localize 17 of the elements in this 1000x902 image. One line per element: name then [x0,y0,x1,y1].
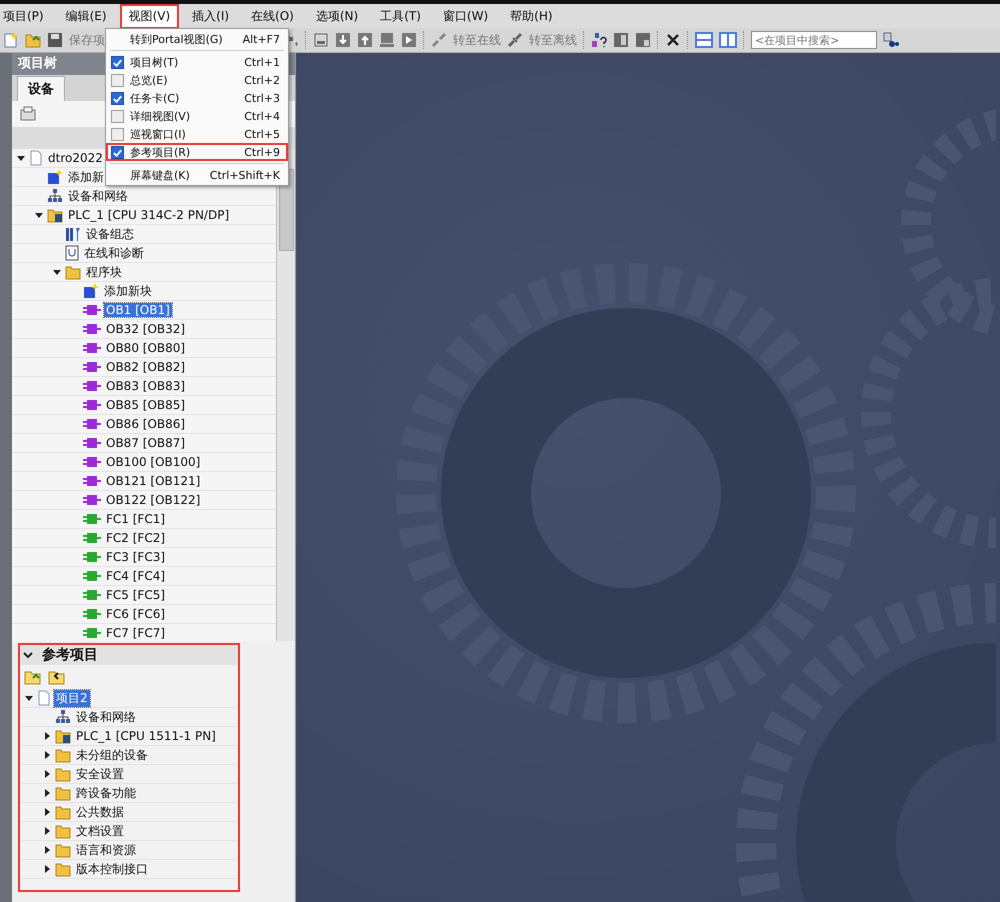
shortcut-label: Ctrl+1 [244,56,280,68]
shortcut-label: Ctrl+2 [244,74,280,86]
menu-item-label: 屏幕键盘(K) [130,168,191,182]
menu-item-label: 总览(E) [130,72,169,88]
shortcut-label: Ctrl+3 [244,92,280,104]
menu-item-label: 任务卡(C) [130,90,180,106]
shortcut-label: Ctrl+4 [244,110,280,122]
shortcut-label: Ctrl+Shift+K [210,168,280,182]
panel-title: 参考项目 [42,646,98,664]
shortcut-label: Ctrl+5 [244,128,280,140]
menu-item-label: 转到Portal视图(G) [130,32,224,46]
menu-item-label: 详细视图(V) [130,108,192,124]
menu-item-label: 项目树(T) [130,54,180,70]
menu-item-label: 参考项目(R) [130,144,192,160]
shortcut-label: Ctrl+9 [244,146,280,158]
menu-item-label: 巡视窗口(I) [130,126,187,142]
shortcut-label: Alt+F7 [242,32,280,46]
